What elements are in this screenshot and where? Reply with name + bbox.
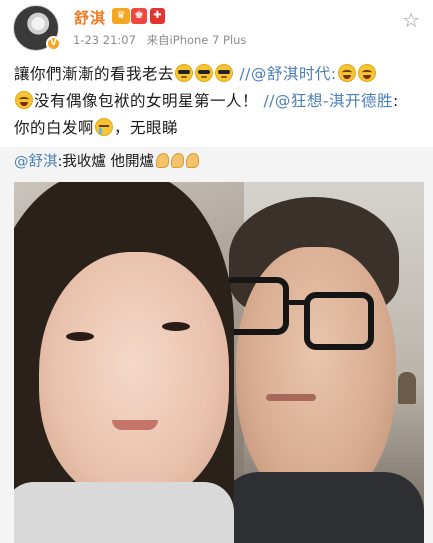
- sunglasses-emoji-icon: [215, 64, 234, 82]
- retweet-photo[interactable]: [14, 182, 424, 543]
- post-time: 1-23 21:07: [73, 33, 136, 47]
- post-text: 讓你們漸漸的看我老去 //@舒淇时代: 没有偶像包袱的女明星第一人！ //@狂想…: [14, 61, 424, 142]
- crown-badge-icon[interactable]: ♚: [131, 8, 147, 24]
- post-text-segment: 讓你們漸漸的看我老去: [14, 65, 175, 83]
- post-meta: 1-23 21:07 来自iPhone 7 Plus: [73, 32, 253, 48]
- sunglasses-emoji-icon: [195, 64, 214, 82]
- man-shirt: [219, 472, 424, 543]
- retweet-content: :我收爐 他開爐: [57, 154, 155, 170]
- gift-badge-icon[interactable]: ✚: [150, 8, 165, 24]
- post-header: V 舒淇 ♛ ♚ ✚ 1-23 21:07 来自iPhone 7 Plus ☆: [0, 0, 433, 58]
- woman-right-eye: [162, 322, 190, 331]
- retweet-box[interactable]: @舒淇:我收爐 他開爐: [0, 147, 433, 543]
- woman-left-eye: [66, 332, 94, 341]
- crying-emoji-icon: [95, 118, 114, 136]
- flexed-arm-emoji-icon: [171, 153, 184, 168]
- post-text-segment: 没有偶像包袱的女明星第一人！: [34, 92, 259, 110]
- verified-badge-icon: V: [46, 36, 61, 51]
- star-icon[interactable]: ☆: [402, 8, 420, 32]
- laughing-emoji-icon: [357, 64, 376, 82]
- woman-mouth: [112, 420, 158, 430]
- glasses-bridge: [287, 300, 307, 305]
- woman-shirt: [14, 482, 234, 543]
- post-text-segment: 你的白发啊: [14, 119, 95, 137]
- photo-lamp: [398, 372, 416, 404]
- glasses-right-lens: [304, 292, 374, 350]
- vip-badge-icon[interactable]: ♛: [112, 8, 130, 24]
- laughing-emoji-icon: [15, 91, 33, 109]
- username[interactable]: 舒淇: [74, 7, 106, 28]
- man-mouth: [266, 394, 316, 401]
- retweet-text: @舒淇:我收爐 他開爐: [14, 151, 199, 173]
- post-source: 来自iPhone 7 Plus: [146, 33, 247, 47]
- flexed-arm-emoji-icon: [186, 153, 199, 168]
- mention-link[interactable]: //@狂想-淇开德胜: [263, 92, 393, 110]
- mention-link[interactable]: //@舒淇时代:: [239, 65, 336, 83]
- retweet-mention-link[interactable]: @舒淇: [14, 154, 58, 170]
- post-text-segment: :: [393, 92, 399, 110]
- sunglasses-emoji-icon: [175, 64, 194, 82]
- post-text-segment: ，无眼睇: [114, 119, 179, 137]
- woman-face: [39, 252, 229, 502]
- laughing-emoji-icon: [337, 64, 356, 82]
- flexed-arm-emoji-icon: [156, 153, 169, 168]
